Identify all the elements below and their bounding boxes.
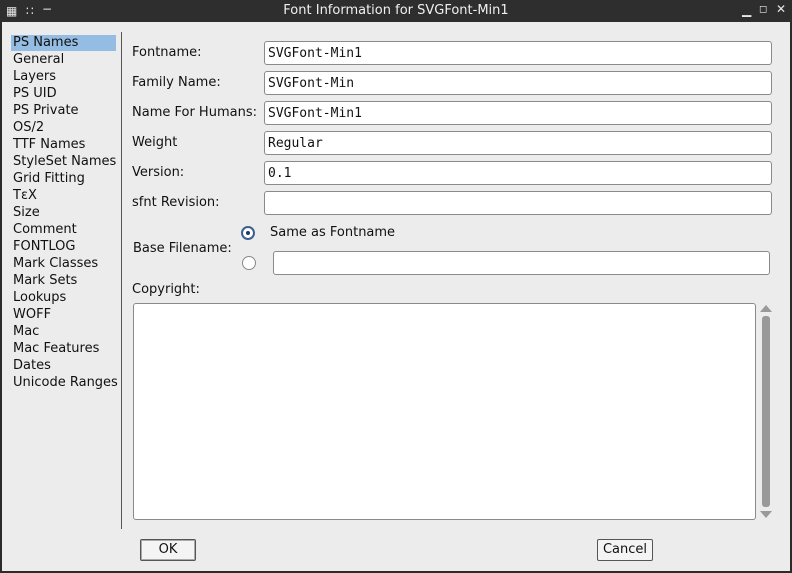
fontname-label: Fontname: bbox=[132, 45, 202, 60]
maximize-icon[interactable]: ◻ bbox=[759, 2, 767, 18]
ok-button[interactable]: OK bbox=[140, 539, 196, 561]
name-for-humans-field[interactable]: SVGFont-Min1 bbox=[264, 101, 772, 125]
sidebar-item-lookups[interactable]: Lookups bbox=[11, 290, 68, 306]
scroll-up-icon[interactable] bbox=[760, 305, 772, 312]
sidebar-item-ps-names[interactable]: PS Names bbox=[11, 35, 116, 51]
scroll-thumb[interactable] bbox=[762, 316, 770, 507]
sidebar-item-ps-uid[interactable]: PS UID bbox=[11, 86, 59, 102]
custom-filename-field[interactable] bbox=[273, 251, 770, 275]
weight-field[interactable]: Regular bbox=[264, 131, 772, 155]
copyright-scrollbar[interactable] bbox=[759, 303, 773, 520]
minimize-icon[interactable]: ▁ bbox=[742, 2, 751, 18]
close-icon[interactable]: ✕ bbox=[776, 1, 786, 17]
sidebar-item-os2[interactable]: OS/2 bbox=[11, 120, 46, 136]
version-label: Version: bbox=[132, 165, 185, 180]
sfnt-revision-field[interactable] bbox=[264, 191, 772, 215]
copyright-label: Copyright: bbox=[132, 282, 200, 297]
category-list[interactable]: PS Names General Layers PS UID PS Privat… bbox=[2, 32, 120, 527]
sidebar-item-ps-private[interactable]: PS Private bbox=[11, 103, 81, 119]
sidebar-item-mark-sets[interactable]: Mark Sets bbox=[11, 273, 79, 289]
sidebar-item-general[interactable]: General bbox=[11, 52, 66, 68]
name-for-humans-label: Name For Humans: bbox=[132, 105, 257, 120]
sidebar-item-mark-classes[interactable]: Mark Classes bbox=[11, 256, 100, 272]
same-as-fontname-label[interactable]: Same as Fontname bbox=[270, 225, 395, 241]
sidebar-item-grid-fitting[interactable]: Grid Fitting bbox=[11, 171, 87, 187]
custom-filename-radio[interactable] bbox=[242, 256, 256, 270]
family-name-field[interactable]: SVGFont-Min bbox=[264, 71, 772, 95]
weight-label: Weight bbox=[132, 135, 178, 150]
sidebar-item-ttf-names[interactable]: TTF Names bbox=[11, 137, 87, 153]
sidebar-item-layers[interactable]: Layers bbox=[11, 69, 58, 85]
sidebar-item-woff[interactable]: WOFF bbox=[11, 307, 53, 323]
title-bar[interactable]: ▦ ∷ − Font Information for SVGFont-Min1 … bbox=[0, 0, 792, 22]
family-name-label: Family Name: bbox=[132, 75, 221, 90]
sidebar-item-comment[interactable]: Comment bbox=[11, 222, 79, 238]
sidebar-item-mac[interactable]: Mac bbox=[11, 324, 41, 340]
cancel-button[interactable]: Cancel bbox=[597, 539, 653, 561]
pane-divider bbox=[121, 32, 122, 529]
sidebar-item-dates[interactable]: Dates bbox=[11, 358, 53, 374]
scroll-down-icon[interactable] bbox=[760, 511, 772, 518]
window-title: Font Information for SVGFont-Min1 bbox=[283, 3, 509, 18]
sfnt-revision-label: sfnt Revision: bbox=[132, 195, 220, 210]
same-as-fontname-radio[interactable] bbox=[241, 226, 255, 240]
version-field[interactable]: 0.1 bbox=[264, 161, 772, 185]
sidebar-item-mac-features[interactable]: Mac Features bbox=[11, 341, 101, 357]
sidebar-item-fontlog[interactable]: FONTLOG bbox=[11, 239, 77, 255]
fontname-field[interactable]: SVGFont-Min1 bbox=[264, 41, 772, 65]
dialog-body: PS Names General Layers PS UID PS Privat… bbox=[2, 22, 790, 571]
sidebar-item-size[interactable]: Size bbox=[11, 205, 42, 221]
sidebar-item-tex[interactable]: TεX bbox=[11, 188, 39, 204]
copyright-textarea[interactable] bbox=[133, 303, 756, 520]
base-filename-label: Base Filename: bbox=[133, 241, 232, 256]
font-info-dialog: ▦ ∷ − Font Information for SVGFont-Min1 … bbox=[0, 0, 792, 573]
sidebar-item-styleset-names[interactable]: StyleSet Names bbox=[11, 154, 118, 170]
sidebar-item-unicode-ranges[interactable]: Unicode Ranges bbox=[11, 375, 120, 391]
